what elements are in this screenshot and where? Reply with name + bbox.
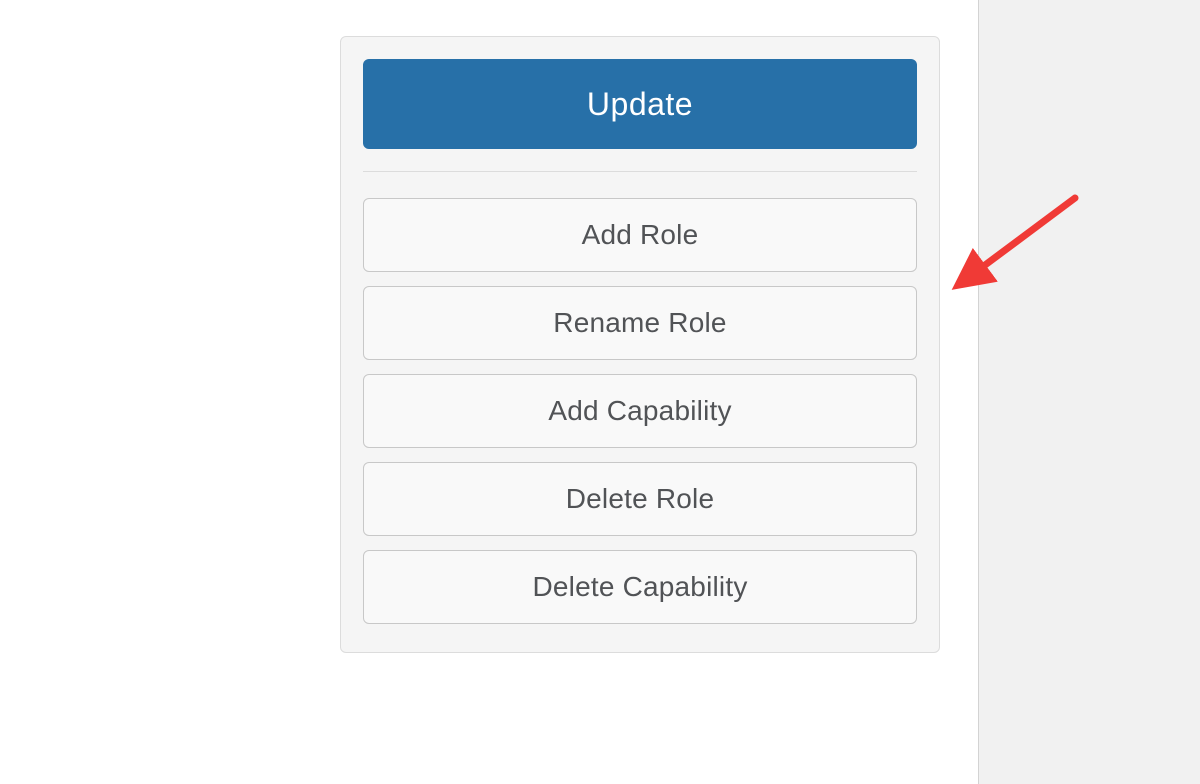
update-button-label: Update xyxy=(587,86,693,123)
delete-role-label: Delete Role xyxy=(566,483,715,515)
rename-role-button[interactable]: Rename Role xyxy=(363,286,917,360)
divider xyxy=(363,171,917,172)
add-capability-button[interactable]: Add Capability xyxy=(363,374,917,448)
delete-capability-button[interactable]: Delete Capability xyxy=(363,550,917,624)
add-capability-label: Add Capability xyxy=(548,395,731,427)
action-button-list: Add Role Rename Role Add Capability Dele… xyxy=(363,198,917,624)
update-button[interactable]: Update xyxy=(363,59,917,149)
right-side-panel xyxy=(978,0,1200,784)
rename-role-label: Rename Role xyxy=(553,307,726,339)
add-role-label: Add Role xyxy=(582,219,699,251)
delete-capability-label: Delete Capability xyxy=(532,571,747,603)
actions-card: Update Add Role Rename Role Add Capabili… xyxy=(340,36,940,653)
add-role-button[interactable]: Add Role xyxy=(363,198,917,272)
delete-role-button[interactable]: Delete Role xyxy=(363,462,917,536)
